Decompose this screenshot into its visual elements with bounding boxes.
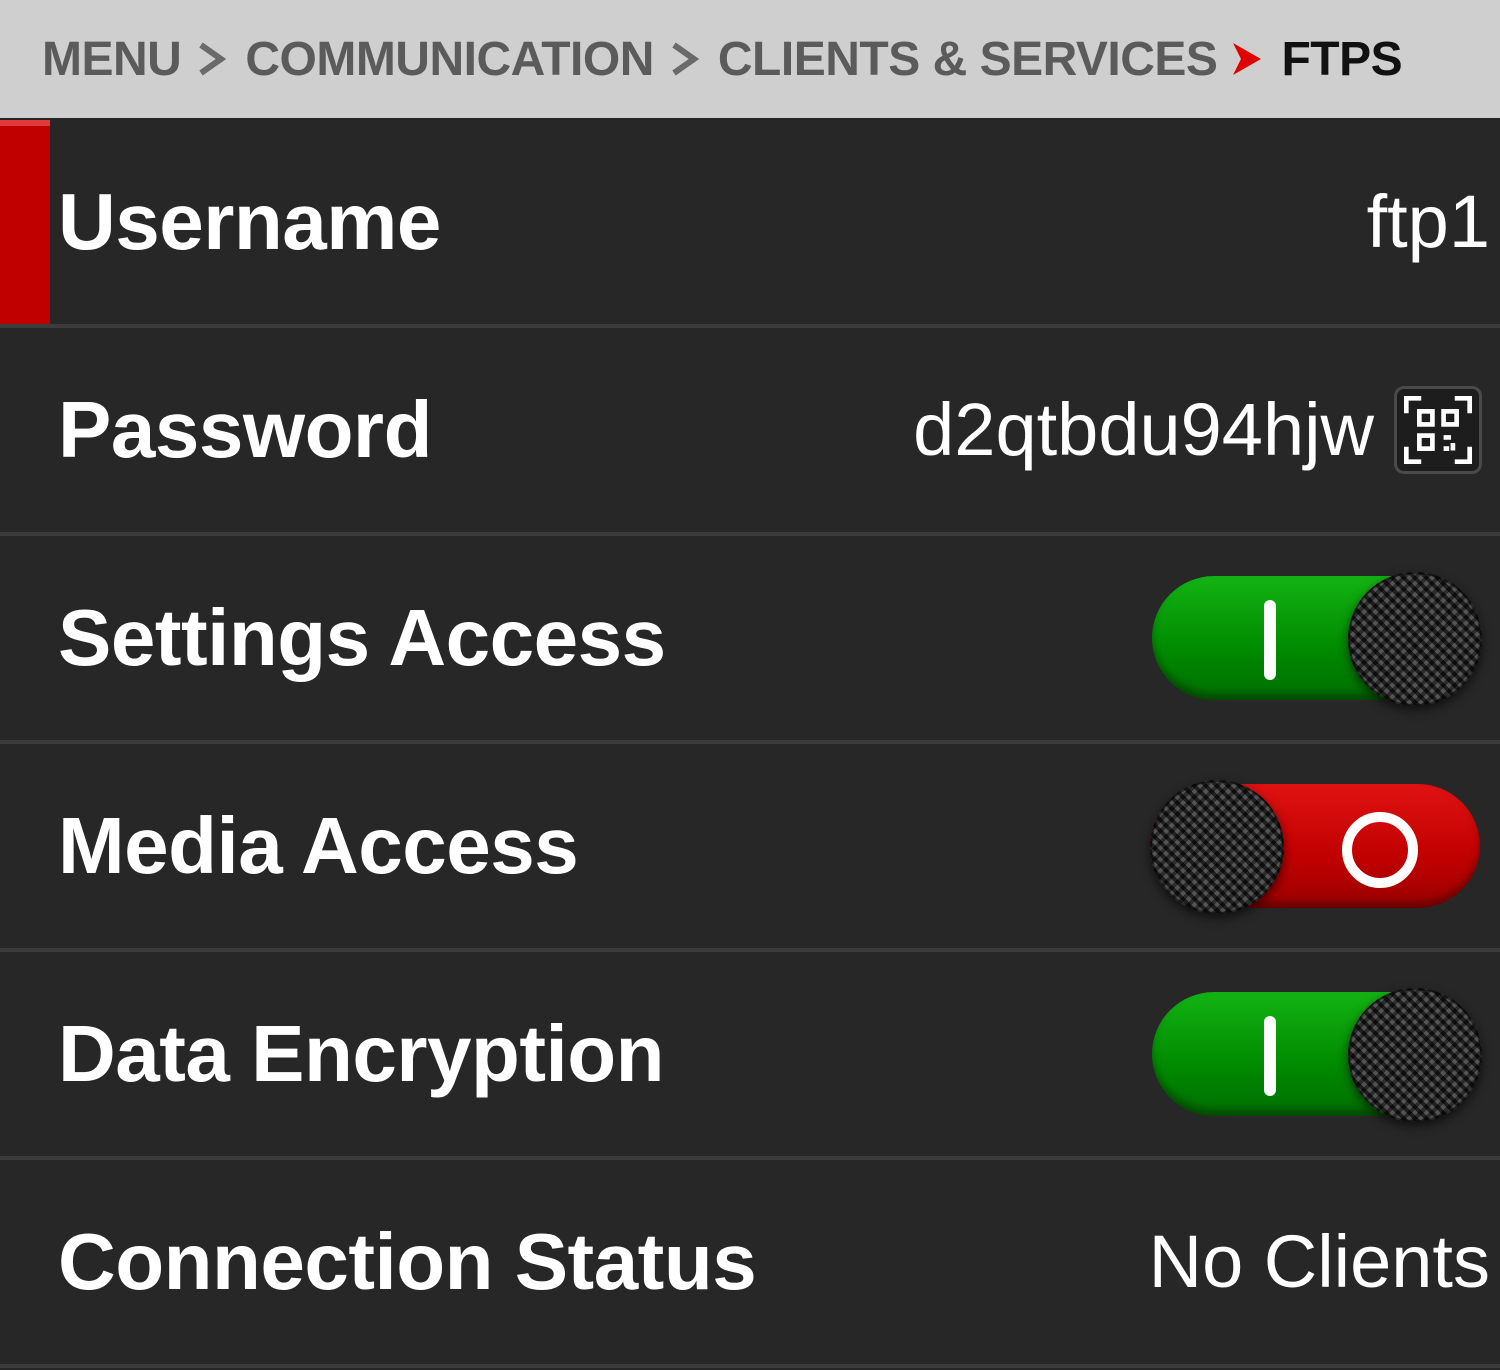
toggle-off-icon xyxy=(1342,812,1418,888)
qr-code-icon[interactable] xyxy=(1394,386,1482,474)
breadcrumb-clients-services[interactable]: CLIENTS & SERVICES xyxy=(718,32,1218,87)
toggle-knob[interactable] xyxy=(1348,988,1482,1122)
chevron-right-red-icon xyxy=(1221,39,1277,79)
breadcrumb-menu[interactable]: MENU xyxy=(42,32,182,87)
media-access-toggle[interactable] xyxy=(1150,780,1480,914)
username-value: ftp1 xyxy=(1366,180,1490,263)
breadcrumb-current: FTPS xyxy=(1281,32,1403,86)
password-value: d2qtbdu94hjw xyxy=(913,388,1374,471)
toggle-knob[interactable] xyxy=(1348,572,1482,706)
data-encryption-label: Data Encryption xyxy=(58,1009,664,1098)
toggle-on-icon xyxy=(1264,1016,1276,1096)
chevron-right-icon xyxy=(658,39,714,79)
selection-indicator xyxy=(0,120,50,324)
row-password[interactable]: Password d2qtbdu94hjw xyxy=(0,328,1500,536)
row-media-access[interactable]: Media Access xyxy=(0,744,1500,952)
username-label: Username xyxy=(58,177,441,266)
settings-access-toggle[interactable] xyxy=(1152,572,1482,706)
row-username[interactable]: Username ftp1 xyxy=(0,120,1500,328)
settings-list: Username ftp1 Password d2qtbdu94hjw Sett xyxy=(0,120,1500,1368)
row-settings-access[interactable]: Settings Access xyxy=(0,536,1500,744)
row-data-encryption[interactable]: Data Encryption xyxy=(0,952,1500,1160)
media-access-label: Media Access xyxy=(58,801,579,890)
row-connection-status: Connection Status No Clients xyxy=(0,1160,1500,1368)
settings-access-label: Settings Access xyxy=(58,593,666,682)
chevron-right-icon xyxy=(185,39,241,79)
breadcrumb-communication[interactable]: COMMUNICATION xyxy=(245,32,654,87)
password-label: Password xyxy=(58,385,432,474)
toggle-knob[interactable] xyxy=(1150,780,1284,914)
connection-status-label: Connection Status xyxy=(58,1217,757,1306)
toggle-on-icon xyxy=(1264,600,1276,680)
connection-status-value: No Clients xyxy=(1148,1220,1490,1303)
data-encryption-toggle[interactable] xyxy=(1152,988,1482,1122)
breadcrumb: MENU COMMUNICATION CLIENTS & SERVICES FT… xyxy=(0,0,1500,118)
